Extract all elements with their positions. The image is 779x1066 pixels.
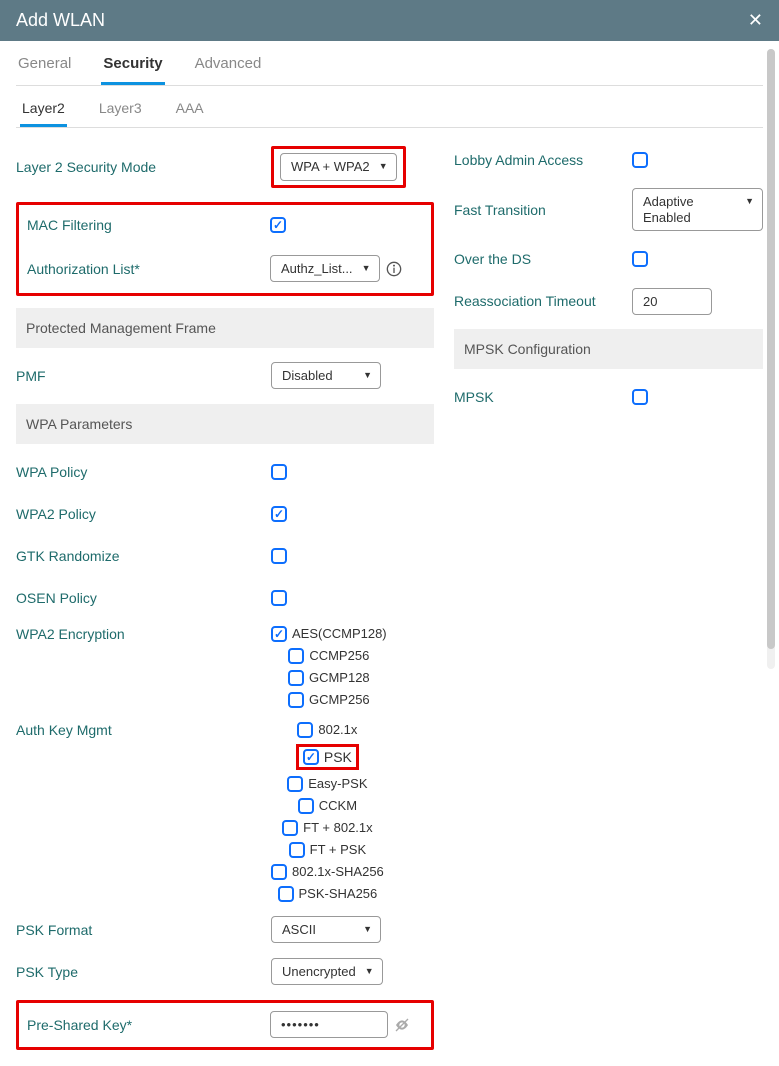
auth-8021xsha-checkbox[interactable] — [271, 864, 287, 880]
highlight-preshared-key: Pre-Shared Key* ••••••• — [16, 1000, 434, 1050]
pre-shared-key-input[interactable]: ••••••• — [270, 1011, 388, 1038]
pmf-label: PMF — [16, 368, 271, 384]
auth-psksha-label: PSK-SHA256 — [299, 886, 378, 901]
enc-ccmp256-checkbox[interactable] — [288, 648, 304, 664]
fast-transition-select[interactable]: Adaptive Enabled — [632, 188, 763, 231]
tab-advanced[interactable]: Advanced — [193, 55, 264, 85]
wpa-policy-label: WPA Policy — [16, 464, 271, 480]
psk-type-select[interactable]: Unencrypted — [271, 958, 383, 986]
wpa-policy-checkbox[interactable] — [271, 464, 287, 480]
auth-psksha-checkbox[interactable] — [278, 886, 294, 902]
auth-ft8021x-checkbox[interactable] — [282, 820, 298, 836]
osen-policy-checkbox[interactable] — [271, 590, 287, 606]
highlight-psk: PSK — [296, 744, 359, 770]
tab-aaa[interactable]: AAA — [174, 100, 206, 127]
auth-key-mgmt-label: Auth Key Mgmt — [16, 722, 271, 738]
modal-header: Add WLAN ✕ — [0, 0, 779, 41]
right-column: Lobby Admin Access Fast Transition Adapt… — [442, 146, 763, 1050]
auth-8021xsha-label: 802.1x-SHA256 — [292, 864, 384, 879]
wpa2-encryption-label: WPA2 Encryption — [16, 626, 271, 642]
over-ds-label: Over the DS — [454, 251, 632, 267]
lobby-admin-checkbox[interactable] — [632, 152, 648, 168]
lobby-admin-label: Lobby Admin Access — [454, 152, 632, 168]
mpsk-section-header: MPSK Configuration — [454, 329, 763, 369]
mpsk-checkbox[interactable] — [632, 389, 648, 405]
highlight-l2mode: WPA + WPA2 — [271, 146, 406, 188]
highlight-mac-auth: MAC Filtering Authorization List* Authz_… — [16, 202, 434, 296]
psk-format-label: PSK Format — [16, 922, 271, 938]
psk-type-label: PSK Type — [16, 964, 271, 980]
gtk-randomize-label: GTK Randomize — [16, 548, 271, 564]
tab-general[interactable]: General — [16, 55, 73, 85]
tab-layer2[interactable]: Layer2 — [20, 100, 67, 127]
modal-title: Add WLAN — [16, 10, 105, 31]
tab-layer3[interactable]: Layer3 — [97, 100, 144, 127]
enc-gcmp256-label: GCMP256 — [309, 692, 370, 707]
reassoc-timeout-input[interactable]: 20 — [632, 288, 712, 315]
wpa2-policy-label: WPA2 Policy — [16, 506, 271, 522]
mac-filtering-label: MAC Filtering — [27, 217, 270, 233]
enc-gcmp256-checkbox[interactable] — [288, 692, 304, 708]
auth-ft8021x-label: FT + 802.1x — [303, 820, 373, 835]
eye-icon[interactable] — [394, 1017, 410, 1033]
fast-transition-label: Fast Transition — [454, 202, 632, 218]
enc-gcmp128-checkbox[interactable] — [288, 670, 304, 686]
auth-ftpsk-label: FT + PSK — [310, 842, 366, 857]
auth-ftpsk-checkbox[interactable] — [289, 842, 305, 858]
osen-policy-label: OSEN Policy — [16, 590, 271, 606]
authorization-list-select[interactable]: Authz_List... — [270, 255, 380, 283]
auth-easypsk-label: Easy-PSK — [308, 776, 367, 791]
main-tabs: General Security Advanced — [16, 41, 763, 86]
auth-easypsk-checkbox[interactable] — [287, 776, 303, 792]
gtk-randomize-checkbox[interactable] — [271, 548, 287, 564]
psk-format-select[interactable]: ASCII — [271, 916, 381, 944]
enc-gcmp128-label: GCMP128 — [309, 670, 370, 685]
auth-8021x-label: 802.1x — [318, 722, 357, 737]
pmf-section-header: Protected Management Frame — [16, 308, 434, 348]
wpa-section-header: WPA Parameters — [16, 404, 434, 444]
sub-tabs: Layer2 Layer3 AAA — [16, 86, 763, 128]
pre-shared-key-label: Pre-Shared Key* — [27, 1017, 270, 1033]
enc-ccmp256-label: CCMP256 — [309, 648, 369, 663]
l2-security-mode-select[interactable]: WPA + WPA2 — [280, 153, 397, 181]
left-column: Layer 2 Security Mode WPA + WPA2 MAC Fil… — [16, 146, 434, 1050]
auth-psk-checkbox[interactable] — [303, 749, 319, 765]
info-icon[interactable] — [386, 261, 402, 277]
auth-cckm-label: CCKM — [319, 798, 357, 813]
auth-psk-label: PSK — [324, 749, 352, 765]
enc-aes-checkbox[interactable] — [271, 626, 287, 642]
auth-8021x-checkbox[interactable] — [297, 722, 313, 738]
over-ds-checkbox[interactable] — [632, 251, 648, 267]
scrollbar[interactable] — [767, 49, 775, 669]
pmf-select[interactable]: Disabled — [271, 362, 381, 390]
l2-security-mode-label: Layer 2 Security Mode — [16, 159, 271, 175]
tab-security[interactable]: Security — [101, 55, 164, 85]
auth-cckm-checkbox[interactable] — [298, 798, 314, 814]
close-icon[interactable]: ✕ — [748, 10, 763, 31]
wpa2-policy-checkbox[interactable] — [271, 506, 287, 522]
mac-filtering-checkbox[interactable] — [270, 217, 286, 233]
reassoc-timeout-label: Reassociation Timeout — [454, 293, 632, 309]
authorization-list-label: Authorization List* — [27, 261, 270, 277]
enc-aes-label: AES(CCMP128) — [292, 626, 387, 641]
modal-body: General Security Advanced Layer2 Layer3 … — [0, 41, 779, 1066]
mpsk-label: MPSK — [454, 389, 632, 405]
